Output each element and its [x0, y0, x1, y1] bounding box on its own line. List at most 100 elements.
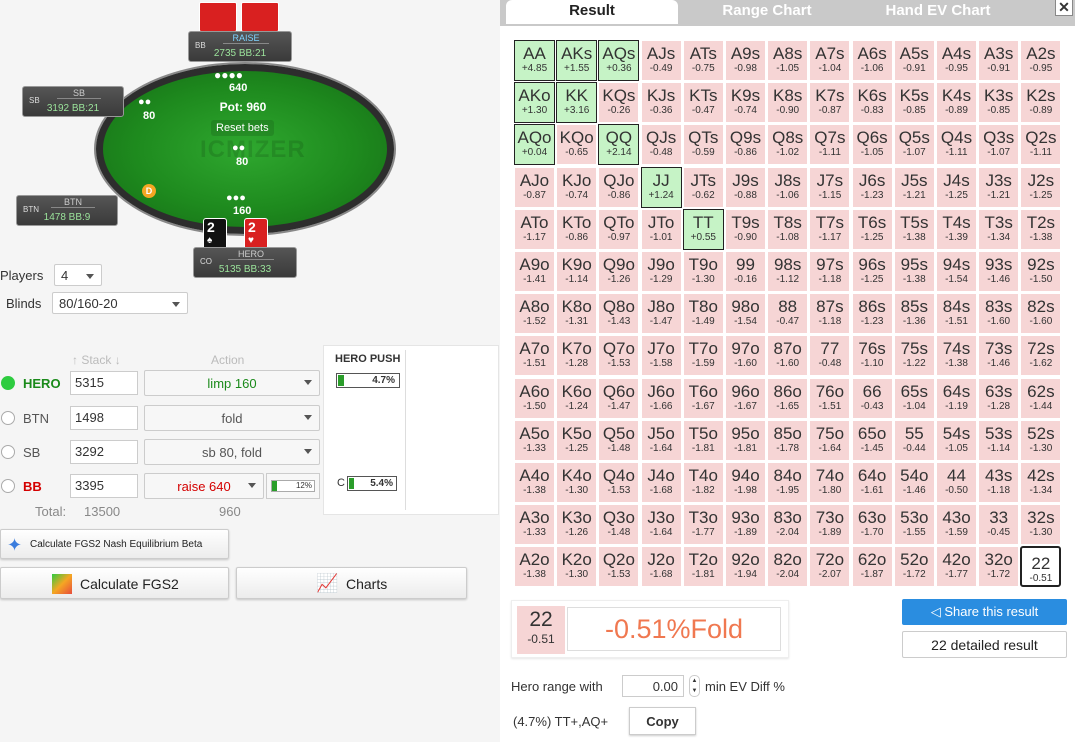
hand-cell[interactable]: Q3s -1.07 [978, 124, 1020, 166]
hand-cell[interactable]: A9s -0.98 [725, 40, 766, 81]
hand-cell[interactable]: AQo +0.04 [514, 124, 555, 166]
seat-bb[interactable]: BB RAISE 2735 BB:21 [188, 31, 292, 62]
hand-cell[interactable]: 53o -1.55 [893, 504, 935, 546]
action-select-bb[interactable]: raise 640 [144, 473, 264, 499]
hand-cell[interactable]: 93s -1.46 [978, 251, 1020, 292]
hand-cell[interactable]: QTo -0.97 [598, 208, 640, 250]
hand-cell[interactable]: 73s -1.46 [978, 335, 1020, 377]
radio-sb[interactable] [1, 445, 15, 459]
hand-cell[interactable]: 92o -1.94 [725, 546, 766, 588]
hand-cell[interactable]: 98o -1.54 [725, 293, 766, 335]
hand-cell[interactable]: J2s -1.25 [1020, 166, 1062, 208]
hand-cell[interactable]: K8o -1.31 [556, 293, 598, 335]
hand-cell[interactable]: K9s -0.74 [725, 82, 766, 124]
hand-cell[interactable]: K4s -0.89 [936, 82, 977, 124]
hand-cell[interactable]: 86o -1.65 [767, 377, 809, 419]
hand-cell[interactable]: 43o -1.59 [936, 504, 977, 546]
hand-cell[interactable]: 54o -1.46 [893, 462, 935, 503]
hand-cell[interactable]: A8s -1.05 [767, 40, 809, 81]
hand-cell[interactable]: QJs -0.48 [640, 124, 682, 166]
hand-cell[interactable]: AJo -0.87 [514, 166, 555, 208]
hand-cell[interactable]: J5s -1.21 [893, 166, 935, 208]
hand-cell[interactable]: AQs +0.36 [598, 40, 640, 81]
hand-cell[interactable]: J8s -1.06 [767, 166, 809, 208]
hand-cell[interactable]: AKs +1.55 [556, 40, 598, 81]
hand-cell[interactable]: 72s -1.62 [1020, 335, 1062, 377]
reset-bets-button[interactable]: Reset bets [211, 120, 274, 136]
hand-cell[interactable]: 62s -1.44 [1020, 377, 1062, 419]
hand-cell[interactable]: J6s -1.23 [851, 166, 893, 208]
hand-cell[interactable]: Q9o -1.26 [598, 251, 640, 292]
hand-cell[interactable]: A7o -1.51 [514, 335, 555, 377]
hand-cell[interactable]: A9o -1.41 [514, 251, 555, 292]
hand-cell[interactable]: 72o -2.07 [809, 546, 851, 588]
hand-cell[interactable]: 76o -1.51 [809, 377, 851, 419]
hand-cell[interactable]: T9s -0.90 [725, 208, 766, 250]
hand-cell[interactable]: 63o -1.70 [851, 504, 893, 546]
hand-cell[interactable]: J3o -1.64 [640, 504, 682, 546]
hand-cell[interactable]: J8o -1.47 [640, 293, 682, 335]
hand-cell[interactable]: 44 -0.50 [936, 462, 977, 503]
seat-btn[interactable]: BTN BTN 1478 BB:9 [16, 195, 118, 226]
tab-hand-ev-chart[interactable]: Hand EV Chart [854, 0, 1022, 24]
hand-cell[interactable]: Q6o -1.47 [598, 377, 640, 419]
hand-cell[interactable]: A8o -1.52 [514, 293, 555, 335]
hand-cell[interactable]: 94o -1.98 [725, 462, 766, 503]
hand-cell[interactable]: 63s -1.28 [978, 377, 1020, 419]
hand-cell[interactable]: 75s -1.22 [893, 335, 935, 377]
hand-cell[interactable]: K5o -1.25 [556, 419, 598, 461]
hand-cell[interactable]: 84s -1.51 [936, 293, 977, 335]
hand-cell[interactable]: A3s -0.91 [978, 40, 1020, 81]
seat-hero[interactable]: CO HERO 5135 BB:33 [193, 247, 297, 278]
hand-cell[interactable]: J3s -1.21 [978, 166, 1020, 208]
stepper-icon[interactable]: ▲ ▼ [689, 675, 700, 697]
hand-cell[interactable]: 83s -1.60 [978, 293, 1020, 335]
hand-cell[interactable]: 55 -0.44 [893, 419, 935, 461]
radio-bb[interactable] [1, 479, 15, 493]
hand-cell[interactable]: K2s -0.89 [1020, 82, 1062, 124]
hand-cell[interactable]: T5o -1.81 [682, 419, 724, 461]
hand-cell[interactable]: A5o -1.33 [514, 419, 555, 461]
hand-cell[interactable]: 83o -2.04 [767, 504, 809, 546]
hand-cell[interactable]: J2o -1.68 [640, 546, 682, 588]
hand-cell[interactable]: 65s -1.04 [893, 377, 935, 419]
hand-cell[interactable]: T2s -1.38 [1020, 208, 1062, 250]
hand-cell[interactable]: 64o -1.61 [851, 462, 893, 503]
stack-input-sb[interactable]: 3292 [70, 440, 138, 464]
hand-cell[interactable]: T8s -1.08 [767, 208, 809, 250]
hand-cell[interactable]: 96s -1.25 [851, 251, 893, 292]
hand-cell[interactable]: 97s -1.18 [809, 251, 851, 292]
hand-cell[interactable]: 93o -1.89 [725, 504, 766, 546]
hand-cell[interactable]: 52o -1.72 [893, 546, 935, 588]
hand-cell[interactable]: QTs -0.59 [682, 124, 724, 166]
hand-cell[interactable]: A4s -0.95 [936, 40, 977, 81]
tab-range-chart[interactable]: Range Chart [682, 0, 852, 24]
hand-cell[interactable]: ATo -1.17 [514, 208, 555, 250]
hand-cell[interactable]: T6s -1.25 [851, 208, 893, 250]
hand-cell[interactable]: AA +4.85 [514, 40, 555, 81]
hand-cell[interactable]: K6s -0.83 [851, 82, 893, 124]
hand-cell[interactable]: K2o -1.30 [556, 546, 598, 588]
hand-cell[interactable]: Q7s -1.11 [809, 124, 851, 166]
hand-cell[interactable]: 32s -1.30 [1020, 504, 1062, 546]
hand-cell[interactable]: T5s -1.38 [893, 208, 935, 250]
hand-cell[interactable]: Q2o -1.53 [598, 546, 640, 588]
hand-cell[interactable]: KTs -0.47 [682, 82, 724, 124]
hand-cell[interactable]: T3o -1.77 [682, 504, 724, 546]
hand-cell[interactable]: T4s -1.39 [936, 208, 977, 250]
hand-cell[interactable]: 43s -1.18 [978, 462, 1020, 503]
hand-cell[interactable]: A4o -1.38 [514, 462, 555, 503]
hand-cell[interactable]: K8s -0.90 [767, 82, 809, 124]
hand-cell[interactable]: Q9s -0.86 [725, 124, 766, 166]
hand-cell[interactable]: TT +0.55 [682, 208, 724, 250]
hand-cell[interactable]: KJo -0.74 [556, 166, 598, 208]
hand-cell[interactable]: 76s -1.10 [851, 335, 893, 377]
copy-button[interactable]: Copy [629, 707, 696, 735]
action-select-sb[interactable]: sb 80, fold [144, 439, 320, 465]
hand-cell[interactable]: K6o -1.24 [556, 377, 598, 419]
hand-cell[interactable]: A2o -1.38 [514, 546, 555, 588]
hand-cell[interactable]: 92s -1.50 [1020, 251, 1062, 292]
players-select[interactable]: 4 [54, 264, 102, 286]
calculate-nash-button[interactable]: ✦ Calculate FGS2 Nash Equilibrium Beta [0, 529, 229, 559]
hand-cell[interactable]: 87s -1.18 [809, 293, 851, 335]
